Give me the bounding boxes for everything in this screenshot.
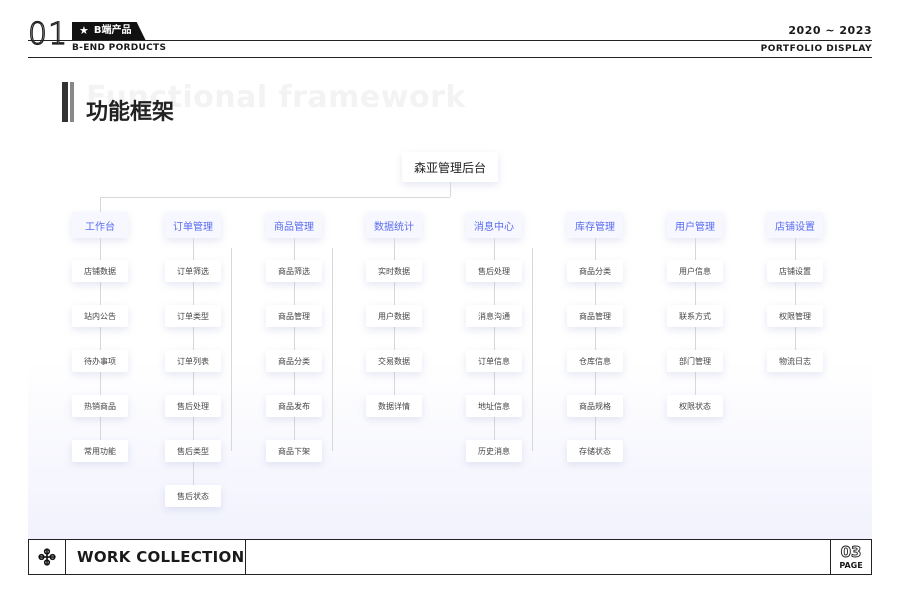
diagram-item-node: 售后处理 <box>165 395 221 417</box>
connector-line <box>332 248 333 451</box>
diagram-item-node: 商品筛选 <box>266 260 322 282</box>
diagram-item-node: 实时数据 <box>366 260 422 282</box>
footer-divider <box>245 540 246 574</box>
diagram-item-node: 常用功能 <box>72 440 128 462</box>
connector-line <box>100 197 450 198</box>
page-number: 03 <box>840 543 862 562</box>
connector-line <box>450 182 451 197</box>
diagram-item-node: 商品规格 <box>567 395 623 417</box>
header-divider-top <box>28 40 872 41</box>
title-accent-bar <box>62 82 68 122</box>
network-icon <box>29 540 66 574</box>
diagram-item-node: 历史消息 <box>466 440 522 462</box>
diagram-item-node: 店铺设置 <box>767 260 823 282</box>
diagram-item-node: 售后处理 <box>466 260 522 282</box>
diagram-item-node: 权限状态 <box>667 395 723 417</box>
diagram-item-node: 用户数据 <box>366 305 422 327</box>
connector-line <box>532 248 533 451</box>
diagram-root-node: 森亚管理后台 <box>402 152 498 182</box>
title-accent-bar-light <box>70 82 74 122</box>
diagram-item-node: 数据详情 <box>366 395 422 417</box>
diagram-item-node: 售后类型 <box>165 440 221 462</box>
diagram-item-node: 订单筛选 <box>165 260 221 282</box>
diagram-item-node: 商品发布 <box>266 395 322 417</box>
year-range: 2020 ~ 2023 <box>788 24 872 37</box>
diagram-panel <box>28 140 872 540</box>
header-subtitle-left: B-END PORDUCTS <box>72 43 167 53</box>
category-tag: ★ B端产品 <box>72 22 146 40</box>
diagram-item-node: 存储状态 <box>567 440 623 462</box>
section-number: 01 <box>27 17 69 52</box>
diagram-category-node: 库存管理 <box>567 212 623 238</box>
diagram-category-node: 用户管理 <box>667 212 723 238</box>
star-icon: ★ <box>79 24 89 37</box>
diagram-category-node: 商品管理 <box>266 212 322 238</box>
diagram-category-node: 数据统计 <box>366 212 422 238</box>
diagram-item-node: 地址信息 <box>466 395 522 417</box>
diagram-item-node: 联系方式 <box>667 305 723 327</box>
diagram-item-node: 商品下架 <box>266 440 322 462</box>
diagram-item-node: 商品管理 <box>567 305 623 327</box>
diagram-item-node: 消息沟通 <box>466 305 522 327</box>
diagram-item-node: 用户信息 <box>667 260 723 282</box>
diagram-item-node: 物流日志 <box>767 350 823 372</box>
diagram-item-node: 商品分类 <box>266 350 322 372</box>
section-title: 功能框架 <box>86 100 175 125</box>
diagram-item-node: 交易数据 <box>366 350 422 372</box>
diagram-item-node: 订单类型 <box>165 305 221 327</box>
category-tag-label: B端产品 <box>93 25 132 36</box>
diagram-item-node: 待办事项 <box>72 350 128 372</box>
diagram-item-node: 商品分类 <box>567 260 623 282</box>
diagram-category-node: 订单管理 <box>165 212 221 238</box>
diagram-item-node: 售后状态 <box>165 485 221 507</box>
footer-bar: WORK COLLECTION 03 PAGE <box>28 539 872 575</box>
connector-line <box>231 248 232 451</box>
diagram-item-node: 仓库信息 <box>567 350 623 372</box>
diagram-item-node: 商品管理 <box>266 305 322 327</box>
diagram-item-node: 订单列表 <box>165 350 221 372</box>
diagram-item-node: 权限管理 <box>767 305 823 327</box>
header-subtitle-right: PORTFOLIO DISPLAY <box>760 44 872 54</box>
page-label: PAGE <box>839 561 863 570</box>
diagram-item-node: 部门管理 <box>667 350 723 372</box>
diagram-category-node: 店铺设置 <box>767 212 823 238</box>
diagram-item-node: 店铺数据 <box>72 260 128 282</box>
diagram-category-node: 消息中心 <box>466 212 522 238</box>
diagram-item-node: 热销商品 <box>72 395 128 417</box>
connector-line <box>100 197 101 212</box>
diagram-category-node: 工作台 <box>72 212 128 238</box>
page-indicator: 03 PAGE <box>830 540 871 574</box>
footer-title: WORK COLLECTION <box>77 548 245 566</box>
header-divider-bottom <box>28 57 872 58</box>
connector-line <box>795 238 796 361</box>
diagram-item-node: 订单信息 <box>466 350 522 372</box>
diagram-item-node: 站内公告 <box>72 305 128 327</box>
